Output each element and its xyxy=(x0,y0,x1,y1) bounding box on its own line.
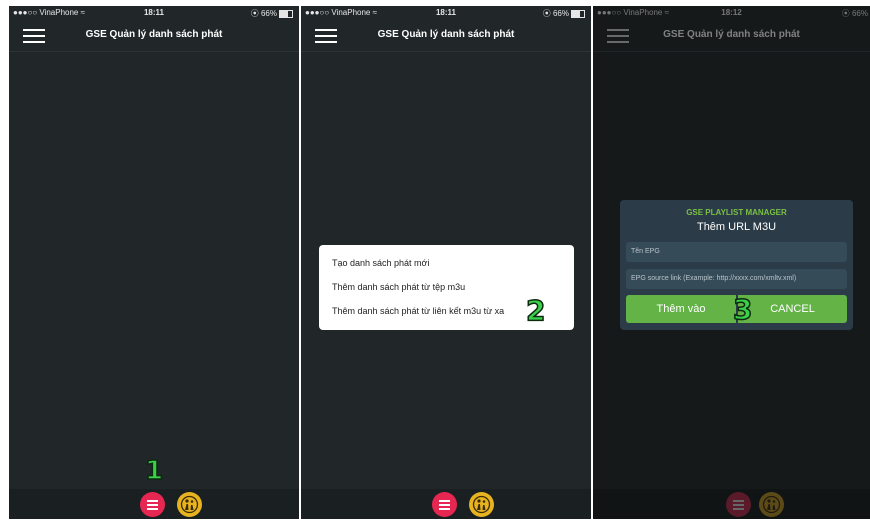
menu-item-new-playlist[interactable]: Tạo danh sách phát mới xyxy=(332,258,429,268)
battery-label: ⦿ 66% xyxy=(542,9,569,18)
battery-indicator: ⦿ 66% xyxy=(543,8,585,19)
kids-icon[interactable] xyxy=(469,492,494,517)
list-icon[interactable] xyxy=(432,492,457,517)
epg-link-input[interactable]: EPG source link (Example: http://xxxx.co… xyxy=(626,269,847,289)
status-bar: ●●●○○ VinaPhone ≈ 18:11 ⦿ 66% xyxy=(301,6,591,20)
dialog-brand: GSE PLAYLIST MANAGER xyxy=(686,208,787,217)
dialog-title: Thêm URL M3U xyxy=(696,221,777,233)
list-icon[interactable] xyxy=(140,492,165,517)
bottom-toolbar xyxy=(593,489,870,519)
cancel-button[interactable]: CANCEL xyxy=(738,295,847,323)
app-header: GSE Quản lý danh sách phát xyxy=(9,20,299,52)
screen-2: ●●●○○ VinaPhone ≈ 18:11 ⦿ 66% GSE Quản l… xyxy=(301,6,591,519)
menu-item-from-m3u-url[interactable]: Thêm danh sách phát từ liên kết m3u từ x… xyxy=(332,306,504,316)
menu-item-from-m3u-file[interactable]: Thêm danh sách phát từ tệp m3u xyxy=(332,282,465,292)
add-button[interactable]: Thêm vào xyxy=(626,295,736,323)
status-bar: ●●●○○ VinaPhone ≈ 18:12 ⦿ 66% xyxy=(593,6,870,20)
list-icon[interactable] xyxy=(726,492,751,517)
page-title: GSE Quản lý danh sách phát xyxy=(85,29,223,40)
status-bar: ●●●○○ VinaPhone ≈ 18:11 ⦿ 66% xyxy=(9,6,299,20)
battery-label: ⦿ 66% xyxy=(841,9,868,18)
screen-3: ●●●○○ VinaPhone ≈ 18:12 ⦿ 66% GSE Quản l… xyxy=(593,6,870,519)
step-number: 2 xyxy=(525,293,546,328)
page-title: GSE Quản lý danh sách phát xyxy=(377,29,515,40)
screen-1: ●●●○○ VinaPhone ≈ 18:11 ⦿ 66% GSE Quản l… xyxy=(9,6,299,519)
kids-icon[interactable] xyxy=(177,492,202,517)
clock: 18:12 xyxy=(721,8,742,17)
battery-indicator: ⦿ 66% xyxy=(251,8,293,19)
bottom-toolbar xyxy=(9,489,299,519)
kids-icon[interactable] xyxy=(759,492,784,517)
battery-label: ⦿ 66% xyxy=(250,9,277,18)
app-header: GSE Quản lý danh sách phát xyxy=(301,20,591,52)
battery-icon xyxy=(571,9,585,18)
step-number: 3 xyxy=(732,292,753,327)
app-header: GSE Quản lý danh sách phát xyxy=(593,20,870,52)
epg-name-input[interactable]: Tên EPG xyxy=(626,242,847,262)
step-number: 1 xyxy=(144,455,164,487)
battery-indicator: ⦿ 66% xyxy=(842,8,868,19)
battery-icon xyxy=(279,9,293,18)
page-title: GSE Quản lý danh sách phát xyxy=(663,29,800,40)
bottom-toolbar xyxy=(301,489,591,519)
